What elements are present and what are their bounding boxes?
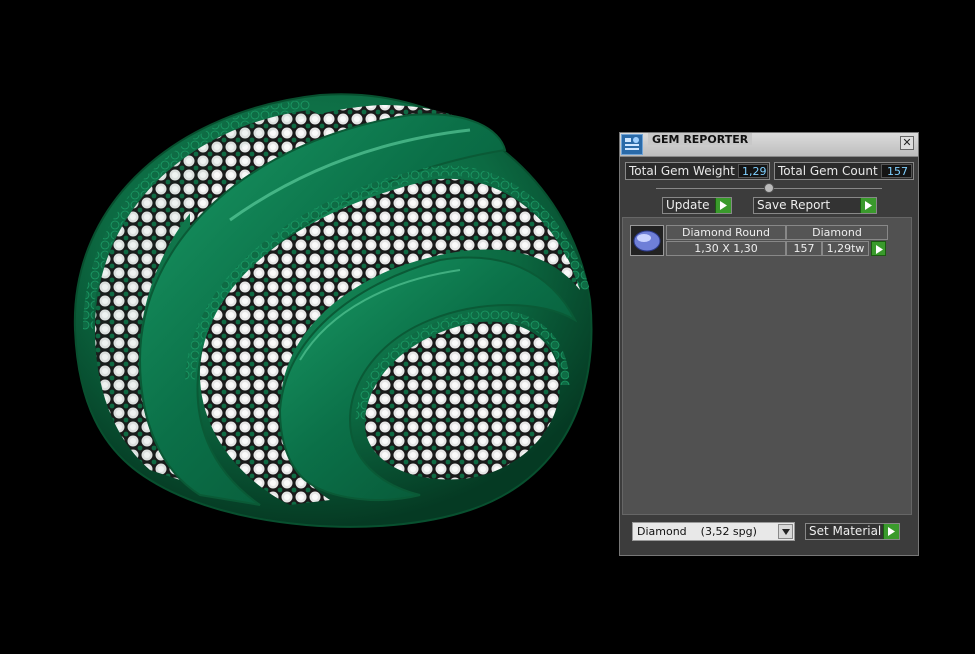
close-icon[interactable]: ✕ (900, 136, 914, 150)
gem-list[interactable]: Diamond Round Diamond 1,30 X 1,30 157 1,… (622, 217, 912, 515)
play-arrow-icon[interactable] (871, 241, 886, 256)
gem-count-cell: 157 (786, 241, 822, 256)
material-select-value: Diamond (3,52 spg) (637, 525, 757, 538)
play-arrow-icon (860, 198, 876, 213)
set-material-button-label: Set Material (809, 524, 882, 538)
material-select[interactable]: Diamond (3,52 spg) (632, 522, 795, 541)
gem-reporter-icon (621, 134, 643, 155)
gem-material-cell: Diamond (786, 225, 888, 240)
panel-titlebar[interactable]: GEM REPORTER ✕ (620, 133, 918, 157)
play-arrow-icon (883, 524, 899, 539)
ring-model (73, 93, 593, 528)
set-material-button[interactable]: Set Material (805, 523, 900, 540)
gem-reporter-panel: GEM REPORTER ✕ Total Gem Weight 1,29 Tot… (619, 132, 919, 556)
update-button-label: Update (666, 198, 710, 212)
gem-shape-cell: Diamond Round (666, 225, 786, 240)
total-gem-count-field: Total Gem Count 157 (774, 162, 914, 180)
chevron-down-icon[interactable] (778, 524, 793, 539)
update-button[interactable]: Update (662, 197, 732, 214)
gem-weight-cell: 1,29tw (822, 241, 869, 256)
total-gem-count-label: Total Gem Count (778, 164, 878, 178)
panel-title: GEM REPORTER (648, 133, 753, 146)
total-gem-weight-value: 1,29 (738, 164, 768, 178)
splitter-handle[interactable] (764, 183, 774, 193)
save-report-button-label: Save Report (757, 198, 831, 212)
total-gem-count-value: 157 (881, 164, 912, 178)
gem-size-cell: 1,30 X 1,30 (666, 241, 786, 256)
play-arrow-icon (715, 198, 731, 213)
round-diamond-icon[interactable] (630, 225, 664, 256)
save-report-button[interactable]: Save Report (753, 197, 877, 214)
total-gem-weight-field: Total Gem Weight 1,29 (625, 162, 770, 180)
total-gem-weight-label: Total Gem Weight (629, 164, 735, 178)
